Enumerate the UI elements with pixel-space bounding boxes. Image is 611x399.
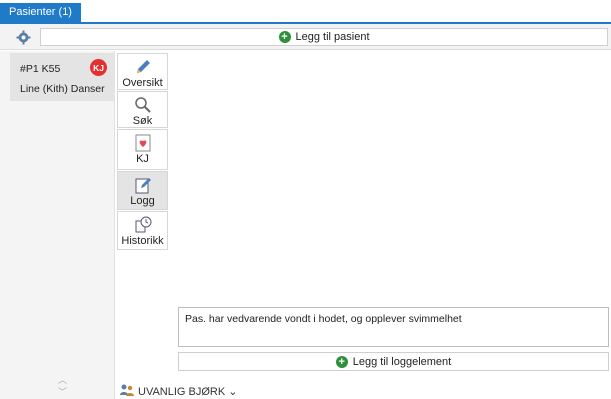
kj-badge: KJ [90, 59, 107, 76]
patient-name: Line (Kith) Danser [20, 83, 105, 95]
add-log-button[interactable]: + Legg til loggelement [178, 352, 609, 371]
add-patient-label: Legg til pasient [295, 31, 370, 43]
add-patient-button[interactable]: + Legg til pasient [40, 28, 608, 46]
gear-group-icon[interactable] [14, 28, 32, 46]
nav-logg[interactable]: Logg [117, 171, 168, 210]
patient-card[interactable]: #P1 K55 KJ Line (Kith) Danser [10, 53, 115, 101]
add-log-label: Legg til loggelement [352, 355, 452, 368]
pencil-icon [133, 57, 153, 77]
search-icon [133, 95, 153, 115]
nav-oversikt[interactable]: Oversikt [117, 53, 168, 90]
plus-circle-icon: + [278, 31, 291, 43]
edit-note-icon [133, 175, 153, 195]
history-icon [133, 215, 153, 235]
log-entry[interactable]: Pas. har vedvarende vondt i hodet, og op… [178, 307, 609, 347]
heart-card-icon [133, 133, 153, 153]
patient-list [0, 51, 115, 399]
plus-circle-icon: + [335, 355, 348, 368]
nav-label: KJ [136, 153, 149, 165]
nav-label: Søk [132, 115, 153, 127]
chevron-down-icon[interactable]: ﹀ [58, 385, 67, 398]
tab-bar: Pasienter (1) [0, 0, 611, 24]
patient-id: #P1 K55 [20, 63, 61, 75]
nav-sok[interactable]: Søk [117, 91, 168, 128]
log-entry-text: Pas. har vedvarende vondt i hodet, og op… [185, 313, 462, 325]
nav-label: Historikk [121, 235, 164, 247]
tab-patients[interactable]: Pasienter (1) [0, 3, 81, 22]
nav-kj[interactable]: KJ [117, 129, 168, 170]
nav-label: Logg [130, 195, 155, 207]
nav-label: Oversikt [122, 77, 163, 89]
nav-historikk[interactable]: Historikk [117, 211, 168, 250]
user-selector[interactable]: UVANLIG BJØRK ⌄ [120, 384, 237, 399]
nav-column: Oversikt Søk KJ Logg Historikk [115, 51, 170, 399]
toolbar: + Legg til pasient [0, 24, 611, 50]
users-icon [120, 384, 134, 399]
main-panel: Pas. har vedvarende vondt i hodet, og op… [170, 51, 611, 399]
user-label: UVANLIG BJØRK ⌄ [138, 386, 238, 398]
